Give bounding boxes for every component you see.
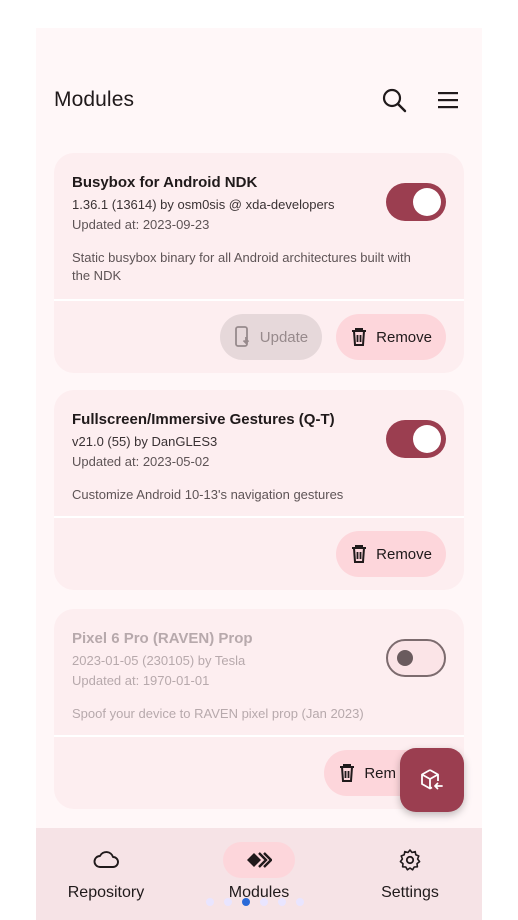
search-button[interactable] [378,84,410,116]
remove-label: Remove [376,328,432,346]
page-dot [260,898,268,906]
remove-label: Remove [376,545,432,563]
page-dot [278,898,286,906]
page-dot-active [242,898,250,906]
trash-icon [340,764,355,782]
nav-item-settings[interactable]: Settings [350,842,470,902]
modules-icon [247,852,272,868]
nav-item-modules[interactable]: Modules [199,842,319,902]
page-dot [206,898,214,906]
module-updated: Updated at: 2023-09-23 [72,217,210,232]
page-dot [296,898,304,906]
toggle-knob [413,425,441,453]
top-app-bar: Modules [54,84,464,116]
module-info: Busybox for Android NDK 1.36.1 (13614) b… [54,153,464,299]
menu-icon [438,92,458,109]
nav-pill [70,842,142,878]
nav-label: Repository [67,884,145,901]
module-actions: Remove [54,518,464,590]
menu-button[interactable] [432,84,464,116]
toggle-knob [397,650,413,666]
toggle-knob [413,188,441,216]
module-actions: Update Remove [54,301,464,373]
bottom-navigation: Repository Modules Settings [36,828,482,920]
trash-icon [352,545,367,563]
update-button[interactable]: Update [219,314,323,360]
gear-icon [399,849,421,871]
install-mobile-icon [234,326,249,347]
module-updated: Updated at: 2023-05-02 [72,454,210,469]
app-screen: Modules Busybox for Android NDK 1.36.1 (… [36,28,482,920]
module-toggle[interactable] [386,420,446,458]
module-card-gestures: Fullscreen/Immersive Gestures (Q-T) v21.… [54,390,464,590]
module-description: Spoof your device to RAVEN pixel prop (J… [72,706,364,721]
install-module-icon [421,769,443,790]
module-card-busybox: Busybox for Android NDK 1.36.1 (13614) b… [54,153,464,373]
remove-button[interactable]: Remove [336,314,446,360]
nav-item-repository[interactable]: Repository [46,842,166,902]
page-dot [224,898,232,906]
page-title: Modules [54,88,135,111]
trash-icon [352,328,367,346]
nav-pill-active [223,842,295,878]
remove-label: Rem [364,764,396,782]
nav-pill [374,842,446,878]
module-info: Pixel 6 Pro (RAVEN) Prop 2023-01-05 (230… [54,609,464,735]
page-indicator [206,898,304,906]
install-module-fab[interactable] [400,748,464,812]
module-description: Customize Android 10-13's navigation ges… [72,487,344,502]
nav-label: Settings [381,884,439,901]
cloud-icon [93,851,119,868]
module-updated: Updated at: 1970-01-01 [72,673,210,688]
module-toggle[interactable] [386,639,446,677]
update-label: Update [259,328,309,346]
remove-button[interactable]: Remove [336,531,446,577]
module-toggle[interactable] [386,183,446,221]
module-info: Fullscreen/Immersive Gestures (Q-T) v21.… [54,390,464,516]
search-icon [382,88,407,113]
module-description: Static busybox binary for all Android ar… [72,250,411,283]
